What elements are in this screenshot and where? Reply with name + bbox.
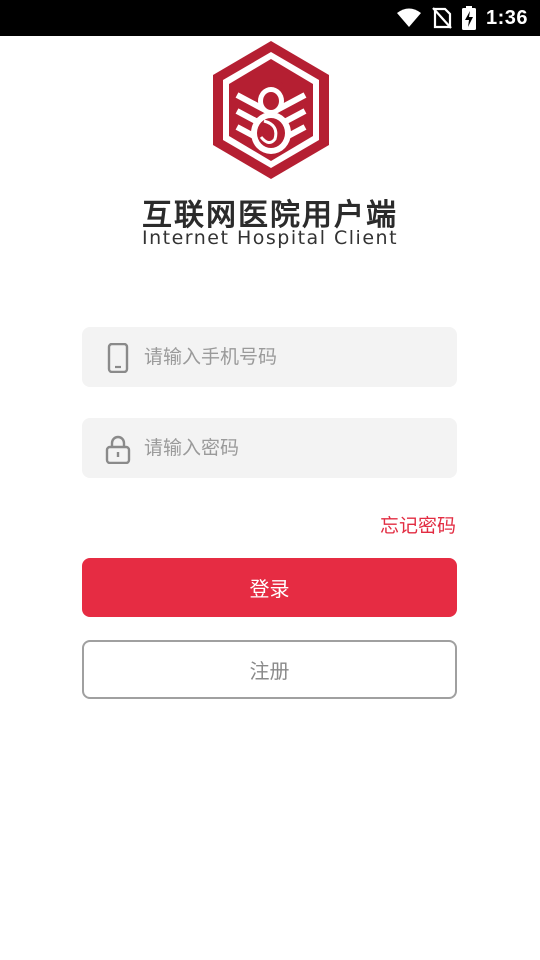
forgot-password-link[interactable]: 忘记密码 — [380, 511, 456, 538]
app-title-english: Internet Hospital Client — [141, 227, 399, 249]
phone-icon — [107, 343, 129, 373]
register-button[interactable]: 注册 — [82, 640, 457, 699]
no-sim-icon — [432, 7, 452, 29]
hospital-logo-icon — [213, 41, 329, 179]
status-bar: 1:36 — [0, 0, 540, 36]
wifi-icon — [396, 8, 421, 27]
password-input[interactable] — [144, 418, 444, 478]
password-field[interactable] — [82, 418, 457, 478]
battery-charging-icon — [461, 6, 476, 30]
status-time: 1:36 — [485, 6, 528, 29]
login-button[interactable]: 登录 — [82, 558, 457, 617]
status-icons: 1:36 — [396, 0, 528, 36]
phone-input[interactable] — [144, 327, 444, 387]
phone-field[interactable] — [82, 327, 457, 387]
lock-icon — [105, 435, 131, 464]
